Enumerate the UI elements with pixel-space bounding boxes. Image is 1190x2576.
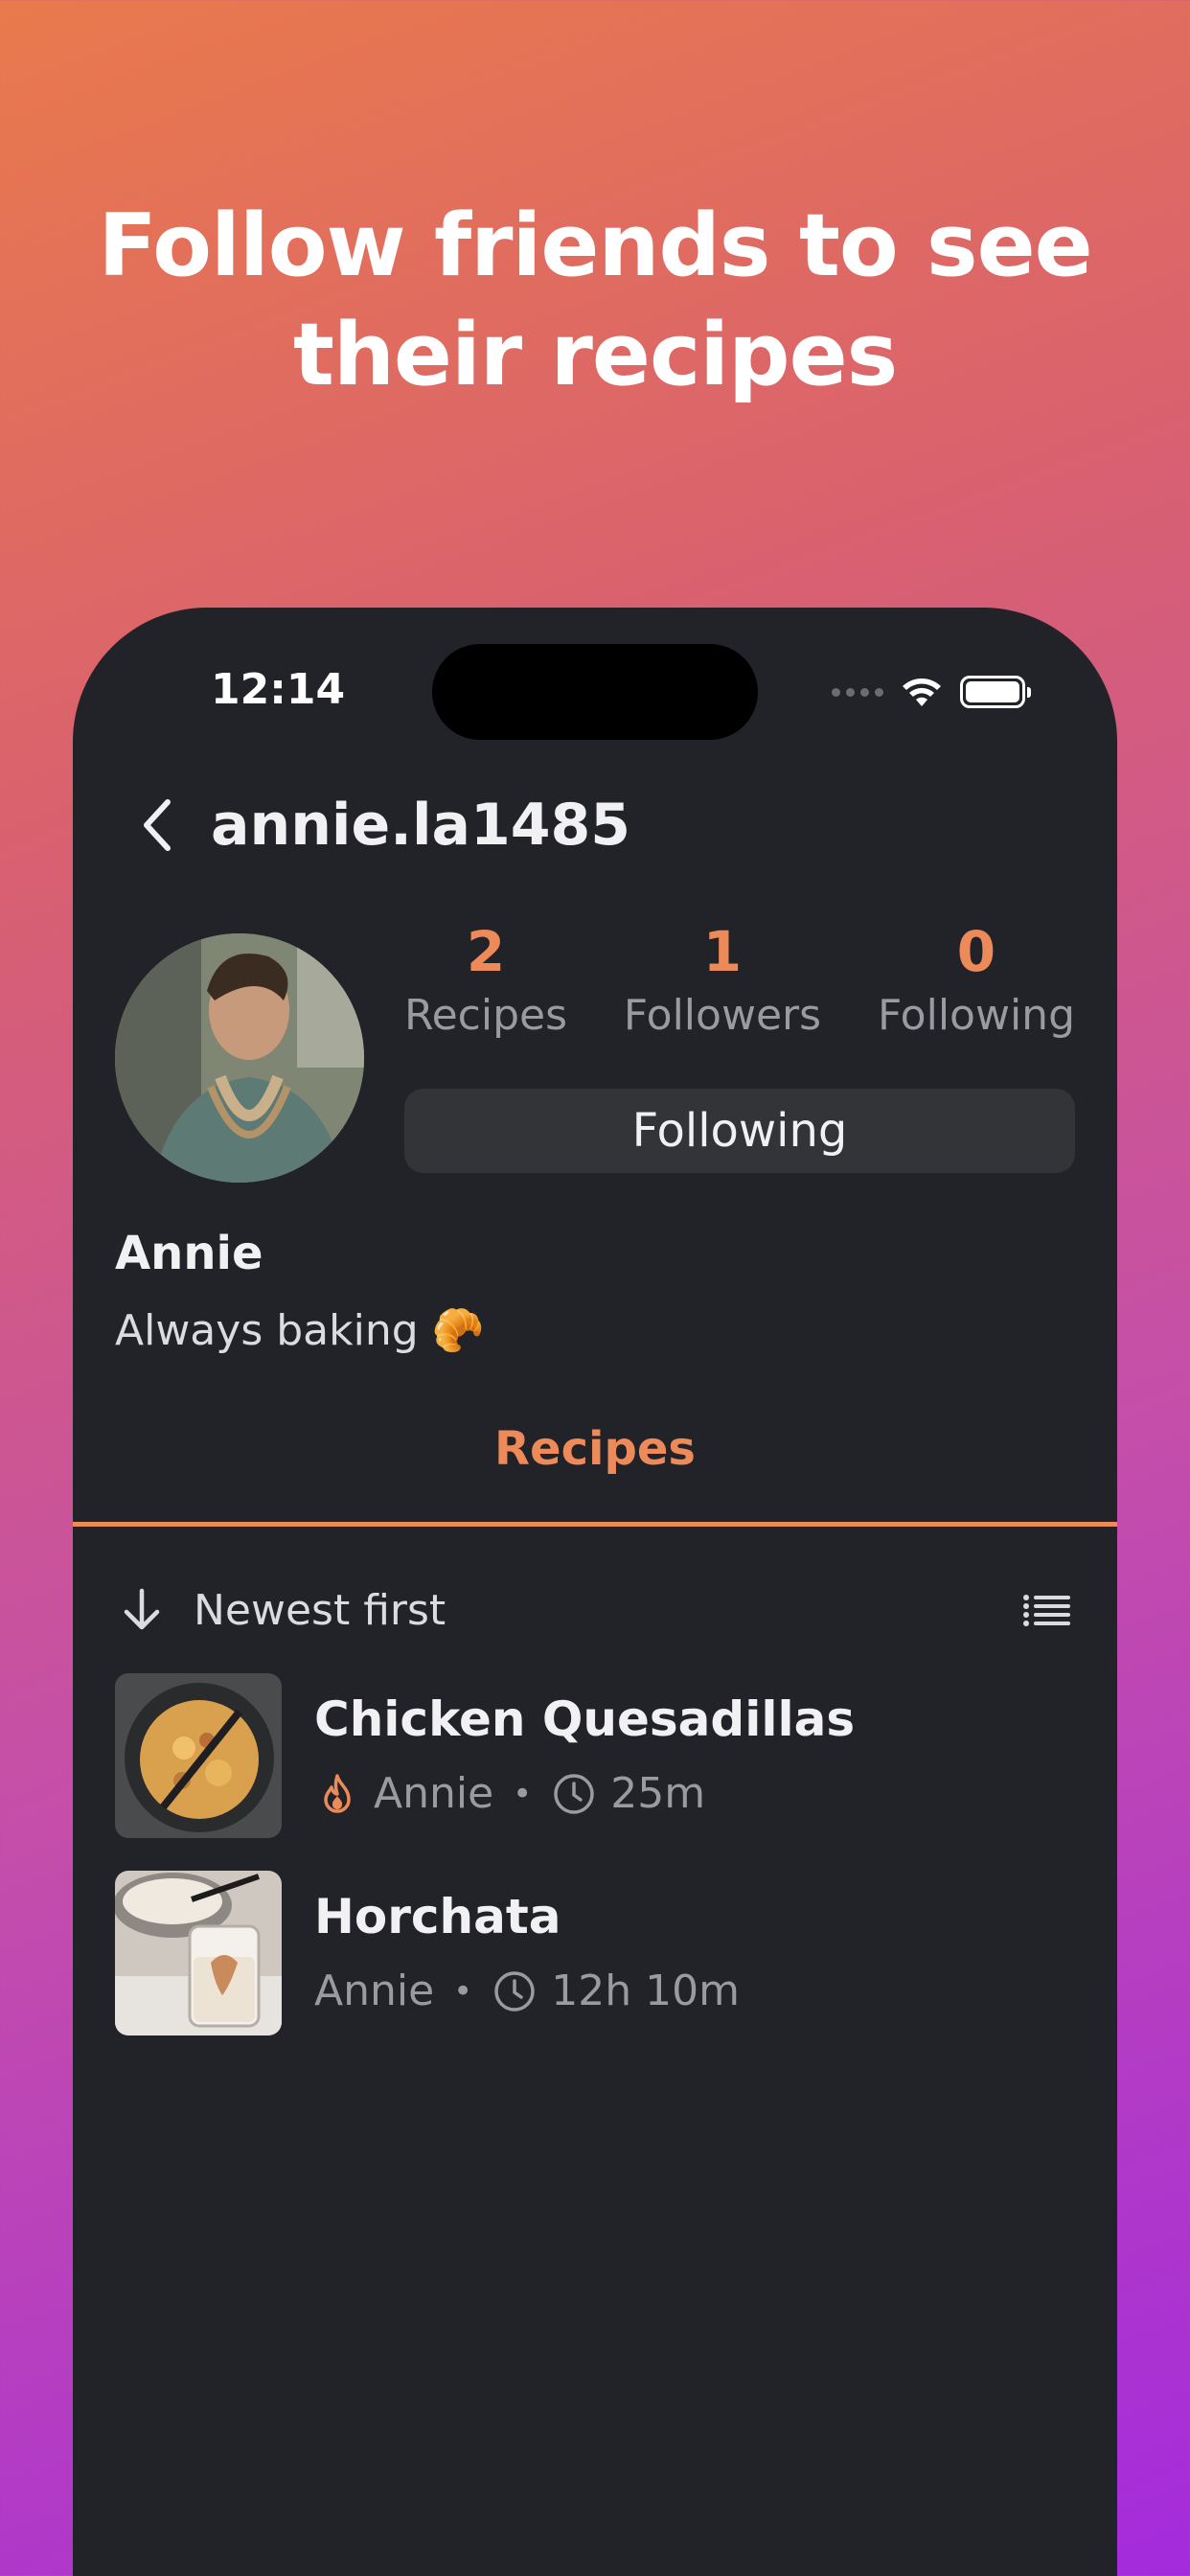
- status-time: 12:14: [211, 665, 346, 714]
- sort-button[interactable]: Newest first: [115, 1583, 446, 1637]
- stat-recipes-label: Recipes: [404, 991, 568, 1040]
- profile-stats: 2 Recipes 1 Followers 0 Following: [404, 918, 1075, 1043]
- phone-screen: 12:14 annie.la1485 2 Recipes 1 Followers…: [73, 608, 1117, 2576]
- back-button[interactable]: [119, 782, 195, 868]
- recipe-time: 12h 10m: [551, 1966, 740, 2015]
- promo-headline-line1: Follow friends to see: [98, 196, 1092, 296]
- separator-dot: •: [513, 1775, 533, 1813]
- nav-bar: annie.la1485: [119, 782, 630, 868]
- battery-icon: [960, 676, 1031, 708]
- dynamic-island: [432, 644, 758, 740]
- stat-following-count: 0: [956, 919, 996, 984]
- arrow-down-icon: [124, 1588, 160, 1630]
- list-view-toggle[interactable]: [1018, 1581, 1075, 1639]
- stat-recipes-count: 2: [466, 919, 506, 984]
- signal-icon: [832, 687, 883, 697]
- tab-recipes[interactable]: Recipes: [73, 1422, 1117, 1476]
- stat-followers[interactable]: 1 Followers: [624, 918, 821, 1043]
- flame-icon: [314, 1771, 360, 1817]
- status-indicators: [832, 671, 1031, 713]
- stat-following-label: Following: [877, 991, 1075, 1040]
- stat-followers-count: 1: [702, 919, 743, 984]
- list-icon: [1023, 1595, 1070, 1626]
- recipe-title: Chicken Quesadillas: [314, 1691, 856, 1747]
- recipe-meta: Annie • 12h 10m: [314, 1965, 740, 2018]
- recipe-author: Annie: [314, 1966, 435, 2015]
- recipe-time: 25m: [610, 1769, 706, 1818]
- recipe-item[interactable]: Chicken Quesadillas Annie • 25m: [115, 1673, 1075, 1838]
- sort-label: Newest first: [194, 1585, 446, 1635]
- recipe-thumbnail: [115, 1673, 282, 1838]
- back-chevron-icon: [144, 799, 171, 851]
- recipe-thumbnail: [115, 1871, 282, 2036]
- following-button[interactable]: Following: [404, 1089, 1075, 1173]
- promo-headline: Follow friends to see their recipes: [0, 192, 1190, 410]
- username-title: annie.la1485: [211, 792, 631, 859]
- display-name: Annie: [115, 1227, 263, 1280]
- stat-followers-label: Followers: [623, 991, 822, 1040]
- recipe-author: Annie: [374, 1769, 494, 1818]
- avatar: [115, 933, 364, 1183]
- stat-following[interactable]: 0 Following: [878, 918, 1075, 1043]
- sort-row: Newest first: [115, 1572, 1075, 1648]
- recipe-item[interactable]: Horchata Annie • 12h 10m: [115, 1871, 1075, 2036]
- recipe-title: Horchata: [314, 1889, 561, 1944]
- recipe-meta: Annie • 25m: [314, 1767, 855, 1821]
- tab-underline: [73, 1522, 1117, 1527]
- clock-icon: [551, 1771, 597, 1817]
- stat-recipes[interactable]: 2 Recipes: [404, 918, 567, 1043]
- bio: Always baking 🥐: [115, 1306, 485, 1355]
- wifi-icon: [903, 678, 941, 706]
- clock-icon: [492, 1968, 538, 2014]
- separator-dot: •: [453, 1972, 473, 2011]
- promo-headline-line2: their recipes: [292, 305, 898, 405]
